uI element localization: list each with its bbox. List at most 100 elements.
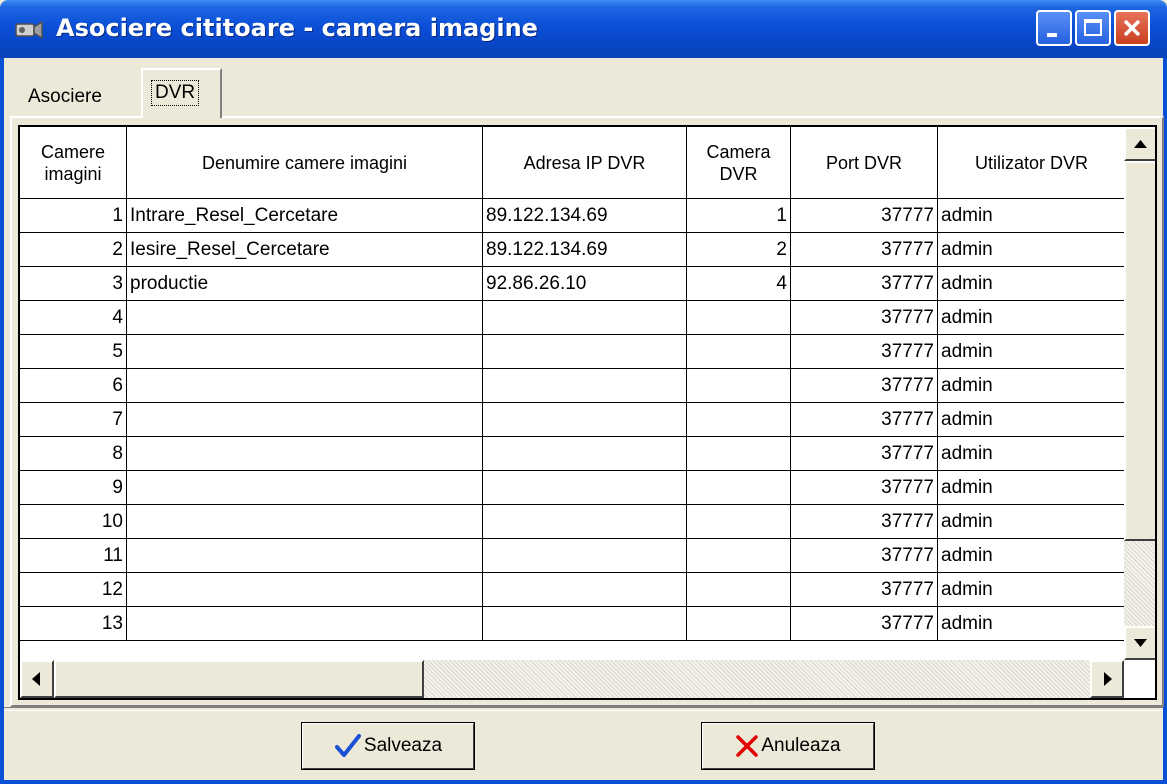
grid-cell-dvr_cam[interactable]: 2 [687, 233, 791, 267]
column-header[interactable]: Denumire camere imagini [127, 127, 483, 199]
grid-cell-cam[interactable]: 10 [20, 505, 127, 539]
scroll-up-button[interactable] [1124, 127, 1155, 161]
minimize-button[interactable] [1036, 10, 1072, 46]
grid-cell-user[interactable]: admin [938, 403, 1126, 437]
maximize-button[interactable] [1075, 10, 1111, 46]
grid-cell-ip[interactable]: 89.122.134.69 [483, 199, 687, 233]
grid-cell-port[interactable]: 37777 [791, 267, 938, 301]
tab-dvr[interactable]: DVR [141, 68, 222, 118]
grid-cell-cam[interactable]: 3 [20, 267, 127, 301]
grid-cell-user[interactable]: admin [938, 471, 1126, 505]
grid-cell-dvr_cam[interactable] [687, 607, 791, 641]
cancel-button[interactable]: Anuleaza [701, 722, 875, 770]
grid-cell-cam[interactable]: 9 [20, 471, 127, 505]
grid-cell-port[interactable]: 37777 [791, 437, 938, 471]
tab-asociere[interactable]: Asociere [28, 86, 102, 108]
grid-cell-user[interactable]: admin [938, 607, 1126, 641]
grid-cell-dvr_cam[interactable] [687, 505, 791, 539]
grid-cell-user[interactable]: admin [938, 369, 1126, 403]
grid-cell-port[interactable]: 37777 [791, 301, 938, 335]
grid-cell-dvr_cam[interactable]: 1 [687, 199, 791, 233]
grid-cell-dvr_cam[interactable] [687, 471, 791, 505]
grid-cell-user[interactable]: admin [938, 335, 1126, 369]
dvr-grid[interactable]: Camere imagini Denumire camere imagini Adr… [18, 125, 1157, 700]
grid-cell-ip[interactable] [483, 539, 687, 573]
grid-cell-name[interactable] [127, 335, 483, 369]
grid-cell-cam[interactable]: 4 [20, 301, 127, 335]
grid-cell-user[interactable]: admin [938, 233, 1126, 267]
grid-cell-ip[interactable] [483, 437, 687, 471]
grid-cell-port[interactable]: 37777 [791, 471, 938, 505]
grid-cell-name[interactable] [127, 607, 483, 641]
grid-cell-port[interactable]: 37777 [791, 403, 938, 437]
scroll-right-button[interactable] [1090, 660, 1124, 698]
grid-cell-port[interactable]: 37777 [791, 233, 938, 267]
grid-cell-dvr_cam[interactable] [687, 437, 791, 471]
grid-cell-name[interactable] [127, 539, 483, 573]
grid-cell-name[interactable] [127, 471, 483, 505]
grid-cell-port[interactable]: 37777 [791, 199, 938, 233]
grid-cell-port[interactable]: 37777 [791, 607, 938, 641]
grid-cell-dvr_cam[interactable]: 4 [687, 267, 791, 301]
scroll-down-button[interactable] [1124, 626, 1155, 660]
grid-cell-dvr_cam[interactable] [687, 369, 791, 403]
title-bar[interactable]: Asociere cititoare - camera imagine [0, 0, 1167, 58]
vertical-scroll-thumb[interactable] [1124, 161, 1155, 541]
grid-cell-ip[interactable] [483, 301, 687, 335]
grid-cell-user[interactable]: admin [938, 199, 1126, 233]
grid-cell-cam[interactable]: 2 [20, 233, 127, 267]
grid-cell-ip[interactable] [483, 573, 687, 607]
grid-cell-name[interactable] [127, 301, 483, 335]
grid-cell-user[interactable]: admin [938, 539, 1126, 573]
grid-cell-dvr_cam[interactable] [687, 539, 791, 573]
grid-cell-cam[interactable]: 12 [20, 573, 127, 607]
grid-cell-user[interactable]: admin [938, 505, 1126, 539]
grid-cell-port[interactable]: 37777 [791, 335, 938, 369]
grid-cell-dvr_cam[interactable] [687, 335, 791, 369]
grid-cell-name[interactable] [127, 437, 483, 471]
grid-cell-cam[interactable]: 13 [20, 607, 127, 641]
grid-cell-dvr_cam[interactable] [687, 301, 791, 335]
grid-cell-ip[interactable] [483, 369, 687, 403]
grid-cell-user[interactable]: admin [938, 267, 1126, 301]
grid-cell-port[interactable]: 37777 [791, 573, 938, 607]
close-button[interactable] [1114, 10, 1150, 46]
scroll-left-button[interactable] [20, 660, 54, 698]
grid-cell-cam[interactable]: 6 [20, 369, 127, 403]
grid-cell-dvr_cam[interactable] [687, 403, 791, 437]
grid-cell-ip[interactable] [483, 471, 687, 505]
grid-cell-user[interactable]: admin [938, 437, 1126, 471]
column-header[interactable]: Camera DVR [687, 127, 791, 199]
column-header[interactable]: Utilizator DVR [938, 127, 1126, 199]
grid-cell-ip[interactable] [483, 403, 687, 437]
grid-cell-port[interactable]: 37777 [791, 539, 938, 573]
grid-cell-ip[interactable] [483, 607, 687, 641]
grid-cell-name[interactable] [127, 403, 483, 437]
grid-cell-port[interactable]: 37777 [791, 505, 938, 539]
column-header[interactable]: Adresa IP DVR [483, 127, 687, 199]
grid-cell-name[interactable] [127, 573, 483, 607]
column-header[interactable]: Camere imagini [20, 127, 127, 199]
column-header[interactable]: Port DVR [791, 127, 938, 199]
grid-cell-ip[interactable] [483, 335, 687, 369]
grid-cell-cam[interactable]: 5 [20, 335, 127, 369]
grid-cell-port[interactable]: 37777 [791, 369, 938, 403]
grid-cell-dvr_cam[interactable] [687, 573, 791, 607]
horizontal-scroll-thumb[interactable] [54, 660, 424, 698]
grid-cell-user[interactable]: admin [938, 573, 1126, 607]
grid-cell-name[interactable] [127, 369, 483, 403]
grid-cell-cam[interactable]: 7 [20, 403, 127, 437]
grid-cell-name[interactable] [127, 505, 483, 539]
grid-cell-user[interactable]: admin [938, 301, 1126, 335]
grid-cell-cam[interactable]: 1 [20, 199, 127, 233]
grid-cell-cam[interactable]: 8 [20, 437, 127, 471]
grid-cell-name[interactable]: Intrare_Resel_Cercetare [127, 199, 483, 233]
grid-cell-ip[interactable]: 89.122.134.69 [483, 233, 687, 267]
grid-cell-cam[interactable]: 11 [20, 539, 127, 573]
grid-cell-name[interactable]: Iesire_Resel_Cercetare [127, 233, 483, 267]
grid-cell-name[interactable]: productie [127, 267, 483, 301]
grid-cell-ip[interactable] [483, 505, 687, 539]
arrow-down-icon [1134, 639, 1147, 647]
save-button[interactable]: Salveaza [301, 722, 475, 770]
grid-cell-ip[interactable]: 92.86.26.10 [483, 267, 687, 301]
